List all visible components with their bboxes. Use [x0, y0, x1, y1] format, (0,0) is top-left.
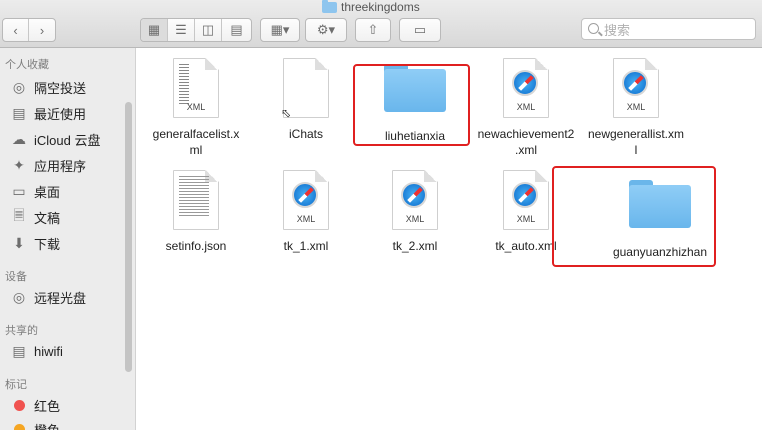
- sidebar-item-label: 下载: [34, 236, 61, 252]
- icon-view-button[interactable]: ▦: [141, 19, 168, 41]
- file-item[interactable]: XML tk_2.xml: [360, 170, 470, 254]
- sidebar-item-label: 隔空投送: [34, 80, 87, 96]
- sidebar-item-label: 最近使用: [34, 106, 87, 122]
- sidebar-item-label: 红色: [34, 398, 61, 414]
- sidebar-item-applications[interactable]: ✦ 应用程序: [10, 154, 86, 176]
- sidebar-item-label: 桌面: [34, 184, 61, 200]
- devices-header: 设备: [5, 271, 27, 283]
- forward-button[interactable]: ›: [29, 19, 55, 41]
- file-name-cont: .xml: [515, 143, 537, 157]
- grid-dropdown-icon: ▦▾: [270, 22, 290, 37]
- highlight-box: [552, 166, 716, 267]
- alias-arrow-icon: ⬁: [281, 106, 292, 120]
- file-name-cont: l: [634, 143, 638, 157]
- sidebar-item-label: 应用程序: [34, 158, 87, 174]
- red-tag-icon: [14, 399, 25, 411]
- sidebar-item-airdrop[interactable]: ◎ 隔空投送: [10, 76, 86, 98]
- text-file-icon: [173, 170, 219, 230]
- gear-icon: ⚙▾: [316, 22, 336, 37]
- sidebar-item-icloud[interactable]: ☁ iCloud 云盘: [10, 128, 100, 150]
- share-button[interactable]: ⇧: [355, 18, 391, 42]
- tags-header: 标记: [5, 379, 27, 391]
- nav-buttons: ‹ ›: [2, 18, 56, 42]
- file-browser: XML generalfacelist.x ml ⬁ iChats liuhet…: [136, 48, 762, 430]
- sidebar-scrollbar[interactable]: [125, 102, 132, 372]
- action-button[interactable]: ⚙▾: [305, 18, 347, 42]
- file-name-cont: ml: [189, 143, 203, 157]
- disc-icon: ◎: [12, 288, 26, 305]
- file-name: tk_2.xml: [392, 239, 438, 253]
- file-item[interactable]: setinfo.json: [141, 170, 251, 254]
- gallery-view-icon: ▤: [230, 22, 243, 37]
- gallery-view-button[interactable]: ▤: [222, 19, 251, 41]
- recents-icon: ▤: [12, 104, 26, 121]
- column-view-button[interactable]: ◫: [195, 19, 222, 41]
- file-name: iChats: [288, 127, 323, 141]
- airdrop-icon: ◎: [12, 78, 26, 95]
- safari-xml-icon: XML: [392, 170, 438, 230]
- safari-xml-icon: XML: [283, 170, 329, 230]
- column-view-icon: ◫: [201, 22, 215, 37]
- file-item[interactable]: XML tk_1.xml: [251, 170, 361, 254]
- chevron-right-icon: ›: [39, 22, 45, 38]
- sidebar-item-recents[interactable]: ▤ 最近使用: [10, 102, 86, 124]
- safari-xml-icon: XML: [613, 58, 659, 118]
- file-name: newgenerallist.xm: [587, 127, 685, 141]
- list-view-button[interactable]: ☰: [168, 19, 195, 41]
- favorites-header: 个人收藏: [5, 59, 49, 71]
- view-mode-buttons: ▦ ☰ ◫ ▤: [140, 18, 252, 42]
- safari-xml-icon: XML: [503, 170, 549, 230]
- window-title-text: threekingdoms: [341, 0, 420, 14]
- highlight-box: [353, 64, 470, 146]
- file-item[interactable]: XML generalfacelist.x ml: [141, 58, 251, 158]
- window-title: threekingdoms: [322, 0, 420, 14]
- sidebar-item-label: iCloud 云盘: [34, 132, 101, 148]
- sidebar-item-documents[interactable]: 🗏 文稿: [10, 206, 60, 228]
- sidebar-item-desktop[interactable]: ▭ 桌面: [10, 180, 60, 202]
- file-item[interactable]: XML newgenerallist.xm l: [581, 58, 691, 158]
- file-name: generalfacelist.x: [152, 127, 240, 141]
- safari-xml-icon: XML: [503, 58, 549, 118]
- search-placeholder: 搜索: [604, 22, 631, 38]
- sidebar-item-remote-disc[interactable]: ◎ 远程光盘: [10, 286, 86, 308]
- tag-button[interactable]: ▭: [399, 18, 441, 42]
- toolbar: threekingdoms ‹ › ▦ ☰ ◫ ▤ ▦▾ ⚙▾ ⇧ ▭ 搜索: [0, 0, 762, 48]
- file-name: tk_1.xml: [283, 239, 329, 253]
- file-name: setinfo.json: [165, 239, 227, 253]
- chevron-left-icon: ‹: [13, 22, 18, 38]
- documents-icon: 🗏: [13, 207, 25, 223]
- desktop-icon: ▭: [12, 182, 26, 199]
- alias-file-icon: ⬁: [281, 58, 329, 120]
- file-name: newachievement2: [477, 127, 575, 141]
- arrange-button[interactable]: ▦▾: [260, 18, 300, 42]
- icon-view-icon: ▦: [147, 22, 161, 37]
- sidebar-item-label: 远程光盘: [34, 290, 87, 306]
- tag-icon: ▭: [413, 22, 427, 37]
- share-icon: ⇧: [367, 22, 379, 37]
- search-input[interactable]: 搜索: [581, 18, 756, 40]
- computer-icon: ▤: [12, 342, 26, 359]
- file-item[interactable]: ⬁ iChats: [251, 58, 361, 142]
- sidebar-item-downloads[interactable]: ⬇ 下载: [10, 232, 60, 254]
- orange-tag-icon: [14, 423, 25, 430]
- sidebar: 个人收藏 ◎ 隔空投送 ▤ 最近使用 ☁ iCloud 云盘 ✦ 应用程序 ▭ …: [0, 48, 136, 430]
- shared-header: 共享的: [5, 325, 38, 337]
- xml-file-icon: XML: [173, 58, 219, 118]
- sidebar-item-hiwifi[interactable]: ▤ hiwifi: [10, 340, 63, 362]
- search-icon: [588, 23, 599, 34]
- list-view-icon: ☰: [175, 22, 187, 37]
- sidebar-item-label: 文稿: [34, 210, 61, 226]
- sidebar-item-tag-red[interactable]: 红色: [10, 394, 60, 416]
- back-button[interactable]: ‹: [3, 19, 29, 41]
- folder-icon: [322, 0, 337, 13]
- applications-icon: ✦: [13, 156, 25, 173]
- sidebar-item-tag-orange[interactable]: 橙色: [10, 418, 60, 430]
- sidebar-item-label: hiwifi: [34, 343, 63, 359]
- cloud-icon: ☁: [12, 130, 26, 147]
- file-item[interactable]: XML newachievement2 .xml: [471, 58, 581, 158]
- sidebar-item-label: 橙色: [34, 422, 61, 430]
- downloads-icon: ⬇: [13, 234, 25, 251]
